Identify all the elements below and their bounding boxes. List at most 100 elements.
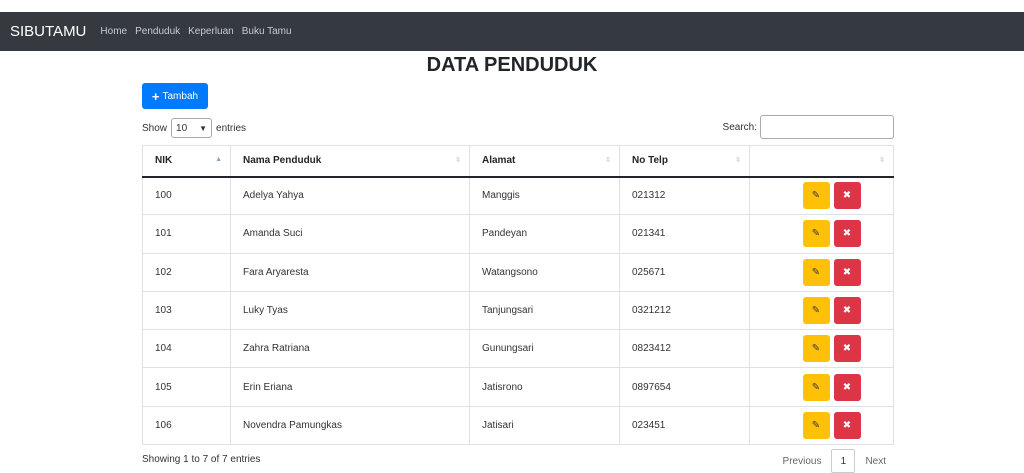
delete-button[interactable]: ✖ <box>833 220 861 248</box>
add-button[interactable]: + Tambah <box>142 83 208 109</box>
cell-nama: Amanda Suci <box>230 214 470 254</box>
table-row: 103 Luky Tyas Tanjungsari 0321212 ✎ ✖ <box>142 290 894 331</box>
cell-alamat: Manggis <box>469 175 620 216</box>
delete-button[interactable]: ✖ <box>833 182 861 210</box>
delete-button[interactable]: ✖ <box>833 373 861 401</box>
entries-length-control: Show 10 ▼ entries <box>142 118 246 138</box>
close-icon: ✖ <box>842 305 852 317</box>
top-strip <box>0 0 1024 12</box>
sort-icon: ⇳ <box>735 157 741 164</box>
header-nik[interactable]: NIK ▲ <box>142 145 231 178</box>
cell-actions: ✎ ✖ <box>749 367 894 407</box>
cell-telp: 0321212 <box>619 290 750 331</box>
header-alamat-label: Alamat <box>482 155 516 167</box>
cell-nik: 105 <box>142 367 231 407</box>
nav-link-home[interactable]: Home <box>100 26 127 37</box>
plus-icon: + <box>151 88 160 104</box>
header-no-telp[interactable]: No Telp ⇳ <box>619 145 750 178</box>
sort-asc-icon: ▲ <box>215 156 222 163</box>
cell-actions: ✎ ✖ <box>749 329 894 369</box>
header-nama[interactable]: Nama Penduduk ⇳ <box>230 145 470 178</box>
cell-nik: 100 <box>142 175 231 216</box>
edit-icon: ✎ <box>811 419 821 431</box>
cell-nama: Novendra Pamungkas <box>230 405 470 446</box>
delete-button[interactable]: ✖ <box>833 258 861 286</box>
cell-alamat: Pandeyan <box>469 214 620 254</box>
edit-icon: ✎ <box>811 190 821 202</box>
edit-icon: ✎ <box>811 305 821 317</box>
header-no-telp-label: No Telp <box>632 155 668 167</box>
edit-button[interactable]: ✎ <box>802 220 830 248</box>
length-suffix: entries <box>216 122 247 134</box>
search-label: Search: <box>722 121 757 133</box>
table-row: 105 Erin Eriana Jatisrono 0897654 ✎ ✖ <box>142 367 894 407</box>
close-icon: ✖ <box>842 228 852 240</box>
close-icon: ✖ <box>842 190 852 202</box>
cell-telp: 021312 <box>619 175 750 216</box>
length-prefix: Show <box>142 122 168 134</box>
cell-nik: 101 <box>142 214 231 254</box>
delete-button[interactable]: ✖ <box>833 297 861 325</box>
cell-nik: 106 <box>142 405 231 446</box>
cell-nik: 104 <box>142 329 231 369</box>
sort-icon: ⇳ <box>879 157 885 164</box>
next-button[interactable]: Next <box>865 456 886 467</box>
pagination: Previous 1 Next <box>783 449 886 473</box>
close-icon: ✖ <box>842 266 852 278</box>
delete-button[interactable]: ✖ <box>833 335 861 363</box>
table-row: 102 Fara Aryaresta Watangsono 025671 ✎ ✖ <box>142 252 894 292</box>
cell-telp: 0823412 <box>619 329 750 369</box>
edit-icon: ✎ <box>811 343 821 355</box>
header-nik-label: NIK <box>155 155 173 167</box>
close-icon: ✖ <box>842 343 852 355</box>
cell-nama: Luky Tyas <box>230 290 470 331</box>
cell-alamat: Gunungsari <box>469 329 620 369</box>
sort-icon: ⇳ <box>455 157 461 164</box>
cell-nama: Zahra Ratriana <box>230 329 470 369</box>
delete-button[interactable]: ✖ <box>833 411 861 439</box>
close-icon: ✖ <box>842 419 852 431</box>
cell-telp: 0897654 <box>619 367 750 407</box>
cell-telp: 025671 <box>619 252 750 292</box>
table-row: 104 Zahra Ratriana Gunungsari 0823412 ✎ … <box>142 329 894 369</box>
navbar: SIBUTAMU Home Penduduk Keperluan Buku Ta… <box>0 12 1024 51</box>
search-control: Search: <box>723 115 894 139</box>
cell-telp: 021341 <box>619 214 750 254</box>
cell-nik: 103 <box>142 290 231 331</box>
cell-nama: Adelya Yahya <box>230 175 470 216</box>
header-alamat[interactable]: Alamat ⇳ <box>469 145 620 178</box>
edit-icon: ✎ <box>811 228 821 240</box>
cell-alamat: Tanjungsari <box>469 290 620 331</box>
table-row: 100 Adelya Yahya Manggis 021312 ✎ ✖ <box>142 175 894 216</box>
page-button[interactable]: 1 <box>831 449 856 473</box>
chevron-down-icon: ▼ <box>199 123 208 133</box>
cell-actions: ✎ ✖ <box>749 214 894 254</box>
nav-link-buku-tamu[interactable]: Buku Tamu <box>242 26 292 37</box>
edit-button[interactable]: ✎ <box>802 258 830 286</box>
table-row: 106 Novendra Pamungkas Jatisari 023451 ✎… <box>142 405 894 446</box>
search-input[interactable] <box>760 115 894 139</box>
nav-link-keperluan[interactable]: Keperluan <box>188 26 234 37</box>
page-title: DATA PENDUDUK <box>426 54 598 76</box>
penduduk-table: NIK ▲ Nama Penduduk ⇳ Alamat ⇳ No Telp ⇳… <box>142 145 894 446</box>
previous-button[interactable]: Previous <box>783 456 822 467</box>
header-actions[interactable]: ⇳ <box>749 145 894 178</box>
cell-actions: ✎ ✖ <box>749 175 894 216</box>
cell-alamat: Watangsono <box>469 252 620 292</box>
edit-button[interactable]: ✎ <box>802 411 830 439</box>
cell-actions: ✎ ✖ <box>749 252 894 292</box>
edit-icon: ✎ <box>811 266 821 278</box>
nav-link-penduduk[interactable]: Penduduk <box>135 26 180 37</box>
table-header-row: NIK ▲ Nama Penduduk ⇳ Alamat ⇳ No Telp ⇳… <box>142 145 894 178</box>
cell-nama: Fara Aryaresta <box>230 252 470 292</box>
cell-actions: ✎ ✖ <box>749 290 894 331</box>
edit-button[interactable]: ✎ <box>802 335 830 363</box>
edit-button[interactable]: ✎ <box>802 297 830 325</box>
sort-icon: ⇳ <box>605 157 611 164</box>
edit-button[interactable]: ✎ <box>802 373 830 401</box>
edit-button[interactable]: ✎ <box>802 182 830 210</box>
entries-select[interactable]: 10 ▼ <box>171 118 213 138</box>
cell-telp: 023451 <box>619 405 750 446</box>
cell-nama: Erin Eriana <box>230 367 470 407</box>
navbar-brand[interactable]: SIBUTAMU <box>10 23 86 40</box>
